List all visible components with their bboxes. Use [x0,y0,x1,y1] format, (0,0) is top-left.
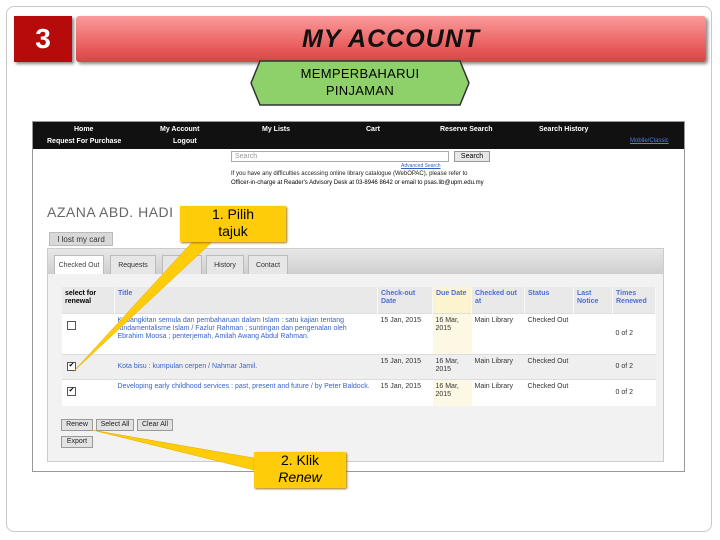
callout2-line2: Renew [278,469,322,485]
callout2-line1: 2. Klik [280,452,320,468]
callout1-line2: tajuk [218,223,248,239]
callout-select-title: 1. Pilih tajuk [180,206,286,242]
callout1-line1: 1. Pilih [211,206,255,222]
callout-pointer-1 [72,237,213,373]
callout-pointers [72,237,255,471]
callout-click-renew: 2. Klik Renew [254,452,346,488]
callout-pointer-2 [91,429,255,471]
